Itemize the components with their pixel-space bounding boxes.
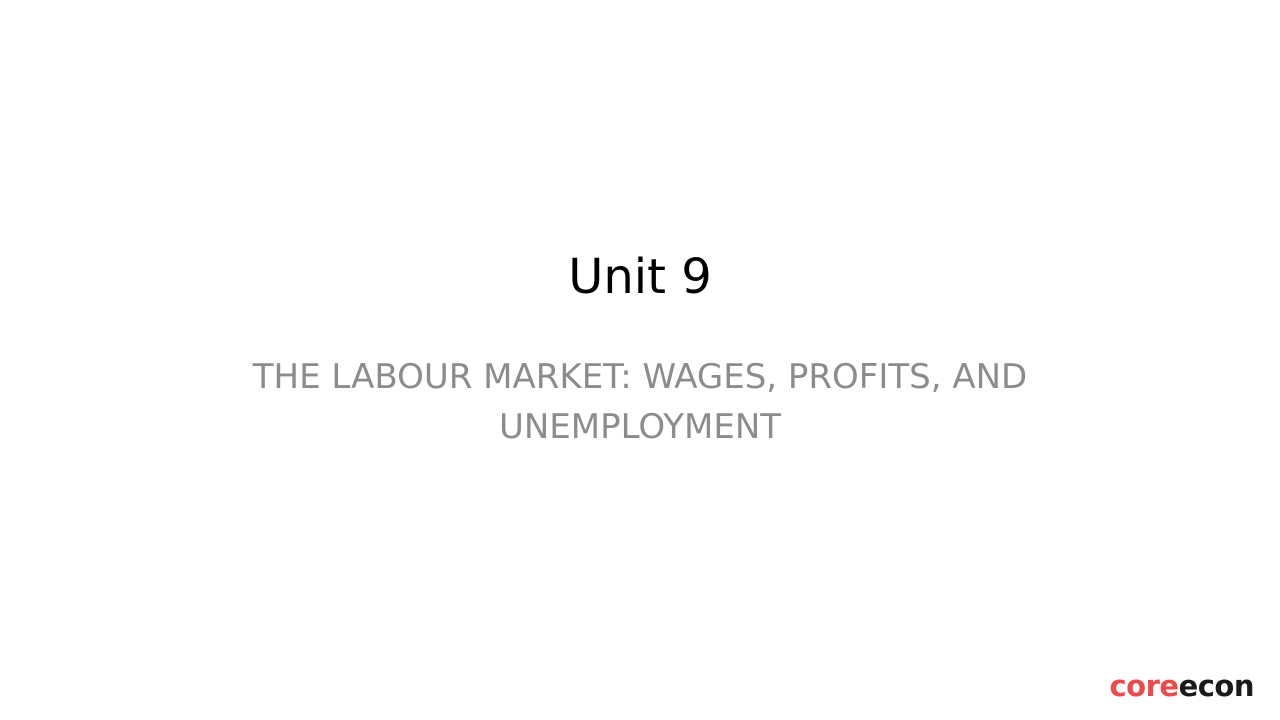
slide-title: Unit 9 — [568, 249, 712, 305]
slide-subtitle: THE LABOUR MARKET: WAGES, PROFITS, AND U… — [252, 357, 1028, 447]
logo-text-core: core — [1109, 669, 1179, 703]
coreecon-logo: coreecon — [1109, 666, 1254, 706]
slide: Unit 9 THE LABOUR MARKET: WAGES, PROFITS… — [0, 0, 1280, 720]
logo-text-econ: econ — [1178, 669, 1255, 703]
